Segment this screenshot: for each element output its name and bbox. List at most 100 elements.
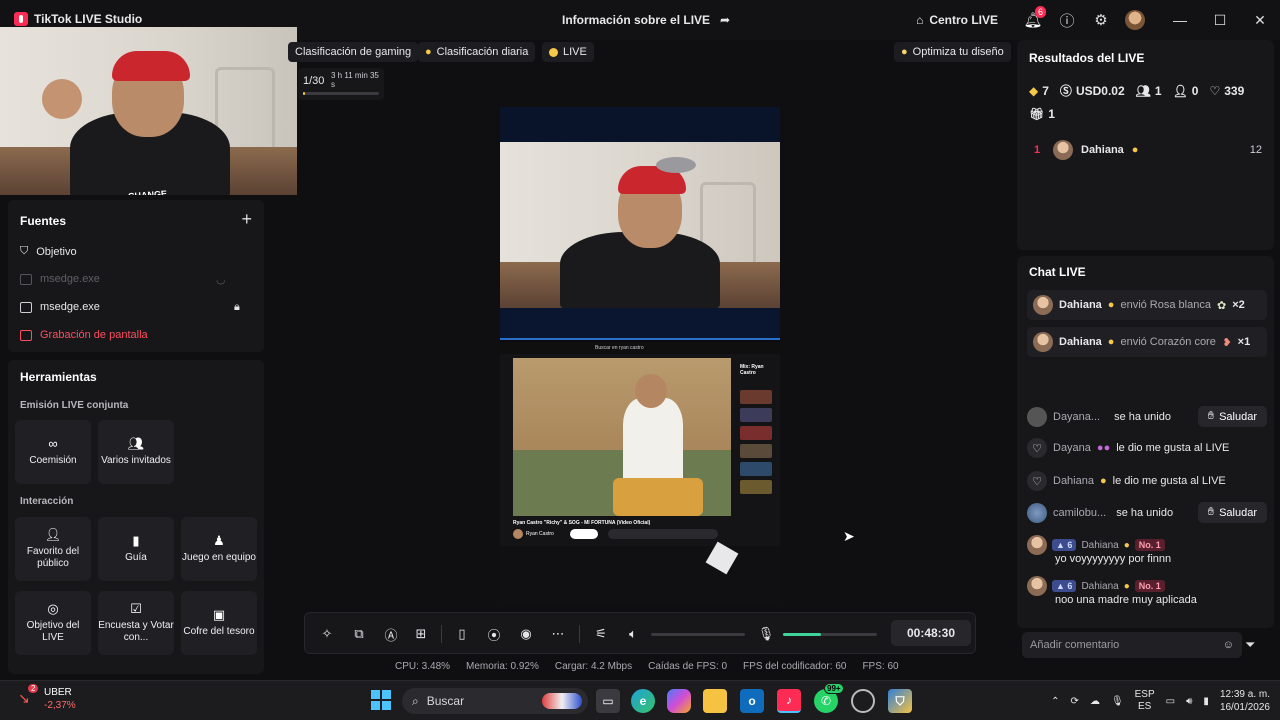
file-explorer-icon[interactable]: [703, 689, 727, 713]
mic-level-slider[interactable]: [783, 633, 877, 636]
layout-button[interactable]: ⊞: [410, 623, 432, 645]
edge-icon[interactable]: e: [631, 689, 655, 713]
rose-gift-icon: ✿: [1216, 299, 1227, 312]
source-item-objetivo[interactable]: ⛉ Objetivo: [20, 245, 77, 258]
search-label: Buscar: [426, 694, 465, 708]
volume-icon[interactable]: 🔊︎: [1186, 696, 1192, 707]
audio-settings-button[interactable]: ⚟: [590, 623, 612, 645]
tool-multi-guest[interactable]: 👥︎ Varios invitados: [98, 420, 174, 484]
record-button[interactable]: ⦿: [483, 623, 505, 645]
emoji-picker-icon[interactable]: ☺: [1223, 639, 1234, 651]
windows-start-icon[interactable]: [371, 690, 391, 710]
settings-button[interactable]: ⚙: [1084, 0, 1118, 40]
avatar: [1053, 140, 1073, 160]
whatsapp-icon[interactable]: ✆ 99+: [814, 683, 844, 713]
centro-live-label: Centro LIVE: [929, 13, 998, 27]
tiktok-live-studio-icon[interactable]: ♪: [777, 689, 801, 713]
taskbar-search[interactable]: ⌕ Buscar: [402, 688, 588, 714]
close-button[interactable]: ✕: [1240, 0, 1280, 40]
security-shield-icon[interactable]: ⛉: [888, 689, 912, 713]
system-clock[interactable]: 12:39 a. m. 16/01/2026: [1220, 688, 1270, 714]
gift-message[interactable]: Dahiana ● envió Corazón coreano ❥ ×1: [1027, 327, 1267, 357]
goal-progress-track: [303, 92, 379, 95]
lightbulb-icon: ●: [901, 46, 908, 58]
daily-ranking-label: Clasificación diaria: [436, 46, 529, 58]
avatar: [1027, 406, 1047, 427]
wave-icon: ✋︎: [1207, 410, 1215, 422]
filter-icon[interactable]: ⏷: [1245, 637, 1255, 653]
stream-control-bar: ✧ ⧉ Ⓐ ⊞ ▯ ⦿ ◉ ⋯ ⚟ 🔈︎ 🎙︎ 00:48:30: [304, 612, 976, 654]
live-info-title[interactable]: Información sobre el LIVE ➦: [562, 13, 730, 27]
outlook-icon[interactable]: o: [740, 689, 764, 713]
mouse-cursor-icon: ➤: [843, 528, 855, 544]
lock-icon[interactable]: 🔒︎: [234, 301, 240, 314]
replay-button[interactable]: ◉: [515, 623, 537, 645]
gaming-ranking-tag[interactable]: Clasificación de gaming: [288, 42, 419, 62]
daily-ranking-tag[interactable]: ● Clasificación diaria: [418, 42, 536, 62]
sync-icon[interactable]: ⟳: [1071, 696, 1079, 707]
source-item-screen-recording[interactable]: Grabación de pantalla: [20, 329, 148, 341]
add-source-icon[interactable]: +: [241, 209, 252, 230]
source-item-msedge[interactable]: msedge.exe 🔒︎: [20, 301, 240, 313]
minimize-button[interactable]: —: [1160, 0, 1200, 40]
hidden-eye-icon[interactable]: ◡: [216, 273, 226, 286]
obs-icon[interactable]: [851, 689, 875, 713]
tool-label: Favorito del público: [26, 545, 80, 569]
event-text: le dio me gusta al LIVE: [1112, 475, 1226, 487]
ai-button[interactable]: Ⓐ: [380, 623, 402, 645]
help-button[interactable]: ⓘ: [1050, 0, 1084, 40]
home-icon: ⌂: [916, 13, 924, 27]
tool-coemision[interactable]: ∞ Coemisión: [15, 420, 91, 484]
mic-button[interactable]: 🎙︎: [755, 623, 777, 645]
stock-ticker-widget[interactable]: ↘ 2 UBER -2,37%: [18, 684, 76, 712]
copilot-icon[interactable]: [667, 689, 691, 713]
battery-icon[interactable]: ▮: [1203, 696, 1209, 707]
greet-button[interactable]: ✋︎ Saludar: [1197, 406, 1267, 427]
share-icon[interactable]: ➦: [720, 13, 730, 27]
live-tag[interactable]: LIVE: [542, 42, 594, 62]
effects-button[interactable]: ✧: [316, 623, 338, 645]
rank-score: 12: [1249, 144, 1262, 156]
transition-button[interactable]: ⧉: [348, 623, 370, 645]
maximize-button[interactable]: ☐: [1200, 0, 1240, 40]
tool-live-goal[interactable]: ◎ Objetivo del LIVE: [15, 591, 91, 655]
microphone-tray-icon[interactable]: 🎙︎: [1111, 696, 1124, 707]
performance-stats: CPU: 3.48% Memoria: 0.92% Cargar: 4.2 Mb…: [395, 661, 899, 672]
comment-input[interactable]: Añadir comentario ☺: [1022, 632, 1242, 658]
speaker-volume-slider[interactable]: [651, 633, 745, 636]
speaker-button[interactable]: 🔈︎: [622, 623, 644, 645]
display-icon[interactable]: ▭: [1166, 696, 1175, 707]
more-button[interactable]: ⋯: [547, 623, 569, 645]
chat-message[interactable]: ▲ 6 Dahiana ● No. 1 yo voyyyyyyyy por fi…: [1027, 535, 1267, 565]
greet-button[interactable]: ✋︎ Saludar: [1197, 502, 1267, 523]
tool-treasure-chest[interactable]: ▣ Cofre del tesoro: [181, 591, 257, 655]
chevron-up-icon[interactable]: ⌃: [1051, 696, 1059, 707]
phone-button[interactable]: ▯: [451, 623, 473, 645]
tiktok-logo-icon: [14, 12, 28, 26]
yt-subscribe-button: [570, 529, 598, 539]
language-indicator[interactable]: ESP ES: [1135, 689, 1155, 713]
star-user-icon: 👤︎: [44, 526, 62, 542]
profile-button[interactable]: [1118, 0, 1152, 40]
optimize-layout-button[interactable]: ● Optimiza tu diseño: [894, 42, 1011, 62]
coin-icon: [549, 47, 558, 57]
centro-live-button[interactable]: ⌂ Centro LIVE: [916, 13, 998, 27]
tool-guide[interactable]: ▮ Guía: [98, 517, 174, 581]
stream-preview[interactable]: Buscar en ryan castro Mix: Ryan Castro R…: [500, 107, 780, 604]
app-title: TikTok LIVE Studio: [14, 12, 142, 26]
tool-label: Juego en equipo: [182, 551, 256, 563]
source-item-msedge-hidden[interactable]: msedge.exe ◡: [20, 273, 226, 286]
ranking-row[interactable]: 1 Dahiana ● 12: [1029, 140, 1262, 160]
cloud-icon[interactable]: ☁: [1090, 696, 1100, 707]
chat-message[interactable]: ▲ 6 Dahiana ● No. 1 noo una madre muy ap…: [1027, 576, 1267, 606]
tool-poll[interactable]: ☑ Encuesta y Votar con...: [98, 591, 174, 655]
tool-label: Cofre del tesoro: [183, 625, 255, 637]
likes-stat: ♡ 339: [1209, 83, 1245, 98]
join-event: camilobu... se ha unido ✋︎ Saludar: [1027, 502, 1267, 523]
tool-team-game[interactable]: ♟ Juego en equipo: [181, 517, 257, 581]
gift-message[interactable]: Dahiana ● envió Rosa blanca ✿ ×2: [1027, 290, 1267, 320]
tool-audience-favorite[interactable]: 👤︎ Favorito del público: [15, 517, 91, 581]
task-view-icon[interactable]: ▭: [596, 689, 620, 713]
notifications-button[interactable]: 🔔︎ 6: [1016, 0, 1050, 40]
live-goal-widget[interactable]: 1/30 3 h 11 min 35 s: [298, 68, 384, 100]
